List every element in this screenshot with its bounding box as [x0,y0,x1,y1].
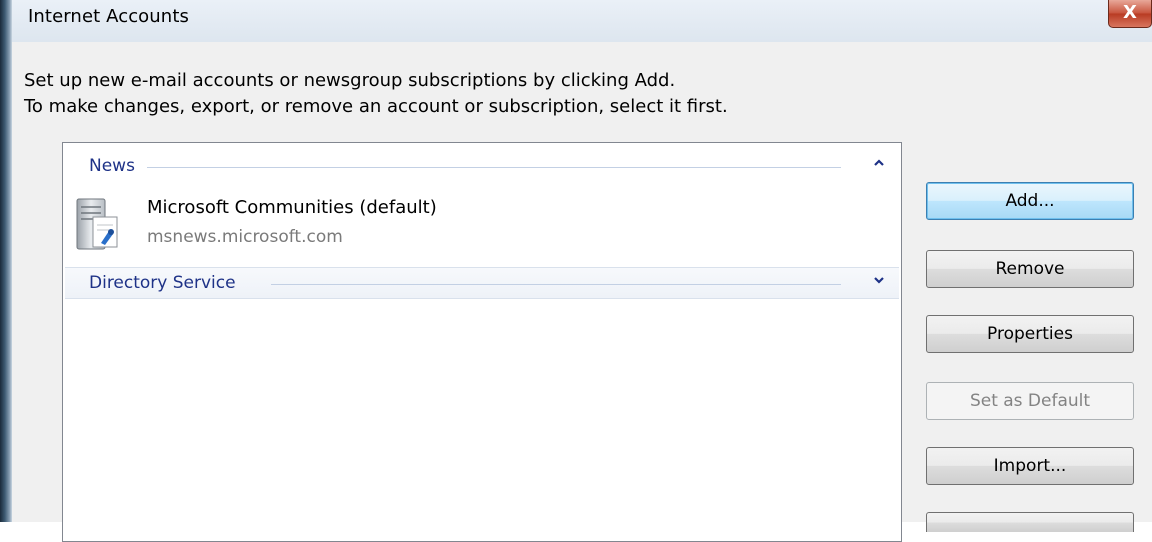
instructions-line-1: Set up new e-mail accounts or newsgroup … [24,70,676,91]
close-button[interactable]: X [1108,0,1152,28]
chevron-down-icon-svg [874,277,884,284]
window-title: Internet Accounts [28,6,189,27]
account-item[interactable]: Microsoft Communities (default) msnews.m… [65,187,899,263]
chevron-up-icon[interactable] [871,157,887,173]
internet-accounts-dialog: Internet Accounts X Set up new e-mail ac… [12,0,1152,542]
account-host: msnews.microsoft.com [147,227,343,247]
instructions-line-2: To make changes, export, or remove an ac… [24,96,728,117]
add-button[interactable]: Add... [926,182,1134,220]
group-label-directory-service: Directory Service [89,273,236,293]
group-header-news[interactable]: News [65,151,899,181]
news-server-icon [75,195,121,255]
instructions-text: Set up new e-mail accounts or newsgroup … [24,68,728,120]
group-divider-directory-service [271,284,841,285]
account-name: Microsoft Communities (default) [147,197,437,218]
accounts-list[interactable]: News Microsoft Communities (default) msn… [62,142,902,542]
export-button-partial[interactable] [926,512,1134,532]
properties-button[interactable]: Properties [926,315,1134,353]
chevron-up-icon-svg [874,159,884,166]
title-bar[interactable]: Internet Accounts X [12,0,1152,42]
desktop-edge [0,0,12,522]
chevron-down-icon[interactable] [871,274,887,290]
set-as-default-button: Set as Default [926,382,1134,420]
close-icon: X [1123,2,1137,23]
dialog-client-area: Set up new e-mail accounts or newsgroup … [12,42,1152,542]
import-button[interactable]: Import... [926,447,1134,485]
group-label-news: News [89,156,135,176]
remove-button[interactable]: Remove [926,250,1134,288]
news-server-icon-svg [76,198,118,250]
group-divider-news [147,167,841,168]
group-header-directory-service[interactable]: Directory Service [65,267,899,299]
